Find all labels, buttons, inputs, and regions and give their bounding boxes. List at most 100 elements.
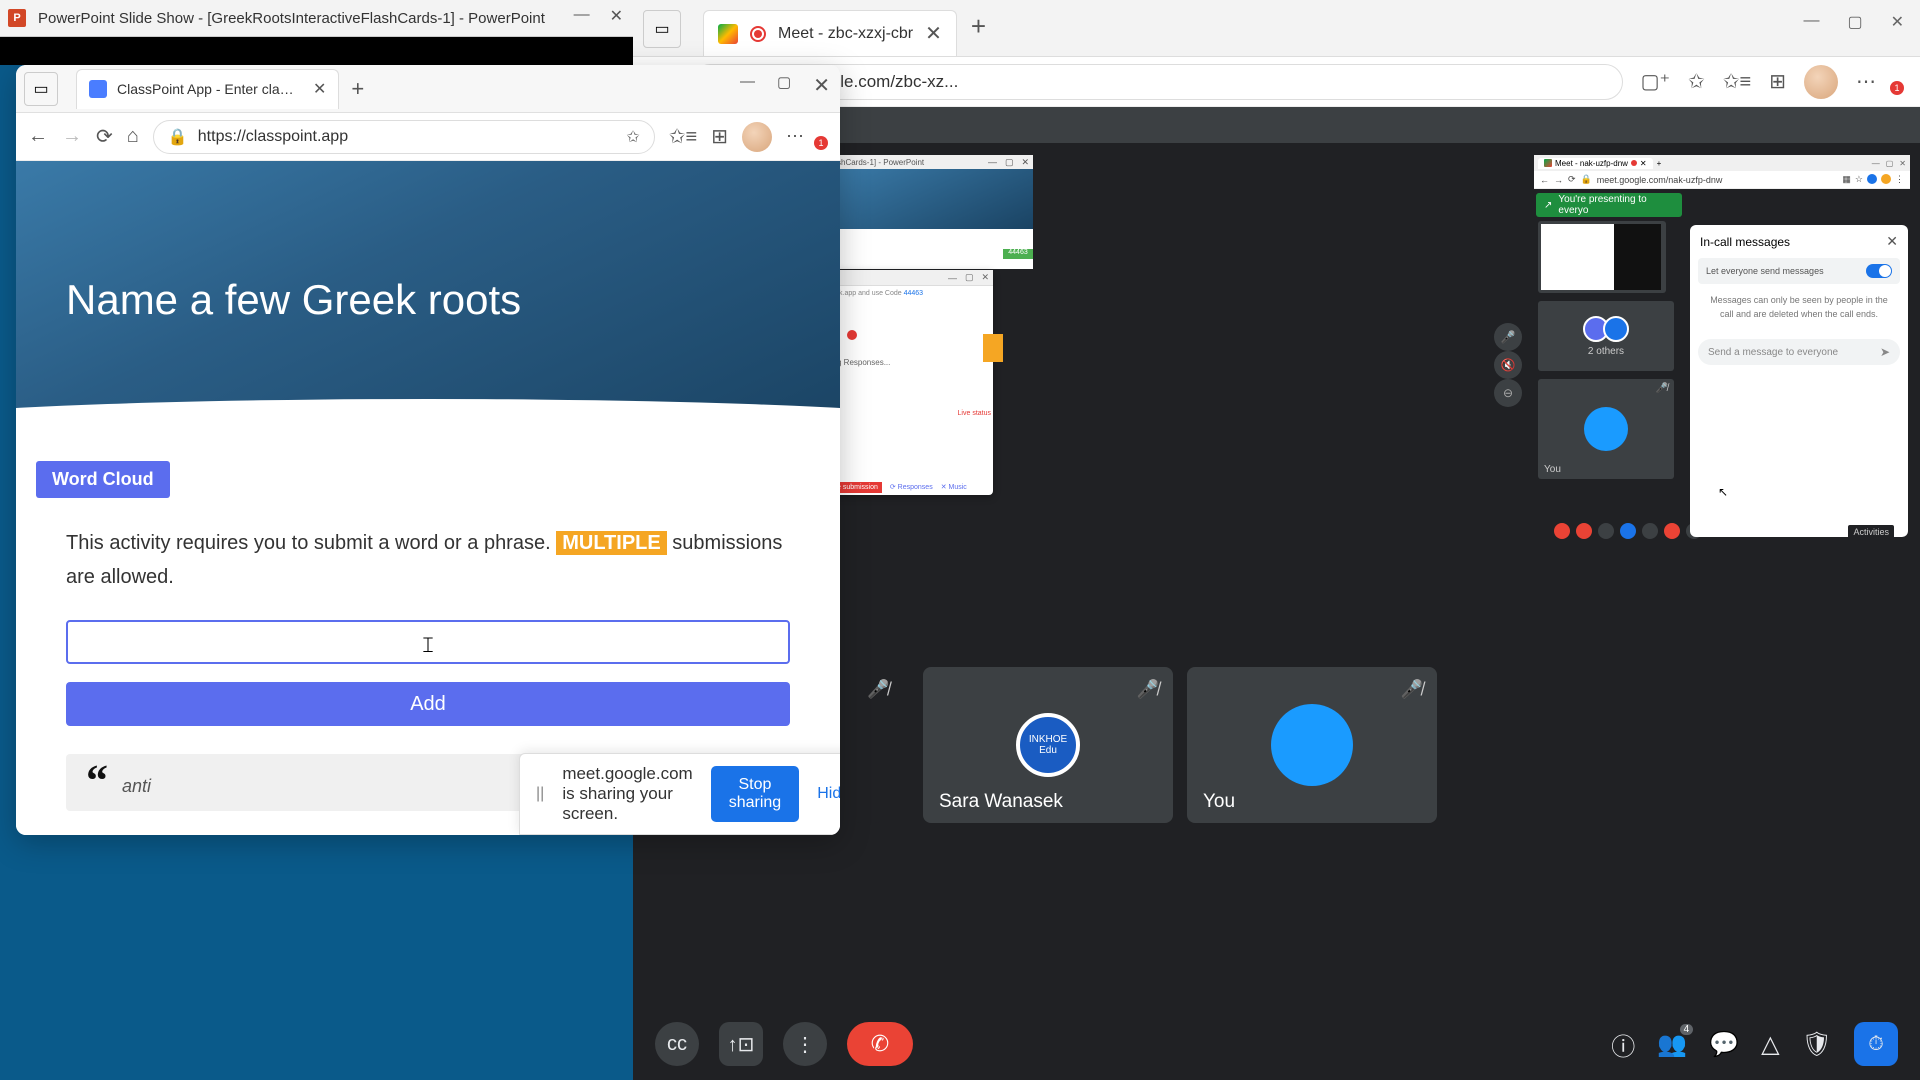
new-tab-button[interactable]: + [971,11,986,42]
window-maximize[interactable]: ▢ [1847,12,1862,32]
mini-responses-text: g Responses... [833,358,890,367]
participant-name: You [1203,791,1235,813]
send-icon[interactable]: ➤ [1880,345,1890,359]
mini-others-tile: 2 others [1538,301,1674,371]
mini-ppt-slide: 44463 [833,169,1033,269]
edge-window-classpoint: ▭ ClassPoint App - Enter class code ✕ + … [16,65,840,835]
mini-side-icons: 🎤🔇⊖ [1494,323,1522,407]
activities-tooltip: Activities [1848,525,1894,539]
activities-icon[interactable]: △ [1761,1030,1779,1059]
stop-sharing-button[interactable]: Stop sharing [711,766,799,822]
classpoint-favicon-icon [89,80,107,98]
menu-icon[interactable]: ⋯ [1856,69,1876,94]
quote-open-icon: “ [86,768,108,794]
multiple-badge: MULTIPLE [556,531,667,555]
incall-message-input[interactable]: Send a message to everyone ➤ [1698,339,1900,365]
mini-red-dot [847,330,857,340]
pause-icon[interactable]: || [536,785,544,803]
participant-tile-partial: 🎤̸ [853,667,883,823]
lock-icon: 🔒 [168,127,188,147]
new-tab-button[interactable]: + [351,76,364,102]
mini-orange-block [983,334,1003,362]
incall-close-icon[interactable]: ✕ [1886,233,1898,250]
share-text: meet.google.com is sharing your screen. [562,764,692,824]
participant-tile-you[interactable]: 🎤̸ You [1187,667,1437,823]
ppt-minimize[interactable]: — [574,6,590,26]
tab-close-icon[interactable]: ✕ [925,21,942,46]
powerpoint-icon: P [8,9,26,27]
cursor-icon: ↖ [1718,485,1728,499]
participant-name: Sara Wanasek [939,791,1063,813]
mini-live-status: Live status [958,410,991,417]
window-minimize[interactable]: — [740,73,755,98]
collections-icon[interactable]: ⊞ [1769,69,1786,94]
powerpoint-title: PowerPoint Slide Show - [GreekRootsInter… [38,10,545,27]
camera-indicator-icon[interactable]: ▢⁺ [1641,69,1670,94]
favorites-bar-icon[interactable]: ✩≡ [1723,69,1751,94]
home-icon[interactable]: ⌂ [127,125,139,148]
tab-title: ClassPoint App - Enter class code [117,81,297,97]
word-cloud-label: Word Cloud [36,461,170,498]
collections-icon[interactable]: ⊞ [711,124,728,149]
ppt-close[interactable]: ✕ [610,6,623,26]
captions-button[interactable]: cc [655,1022,699,1066]
tab-actions-icon[interactable]: ▭ [24,72,58,106]
window-maximize[interactable]: ▢ [777,73,791,98]
submitted-word: anti [122,776,151,797]
window-close[interactable]: ✕ [813,73,830,98]
mini-ppt-titlebar: shCards-1] - PowerPoint —▢✕ [833,155,1033,169]
mini-you-tile: 🎤̸ You [1538,379,1674,479]
favorite-icon[interactable]: ✩ [626,127,639,147]
add-button[interactable]: Add [66,682,790,726]
tab-actions-icon[interactable]: ▭ [643,10,681,48]
meet-control-bar: cc ↑⊡ ⋮ ✆ ⓘ 👥4 💬 △ 🛡 ⏱ [633,1008,1920,1080]
menu-icon[interactable]: ⋯ [786,126,804,147]
host-controls-icon[interactable]: 🛡 [1802,1030,1832,1059]
reload-icon[interactable]: ⟳ [96,124,113,149]
window-minimize[interactable]: — [1803,12,1819,32]
avatar: INKHOE Edu [1016,713,1080,777]
hangup-button[interactable]: ✆ [847,1022,913,1066]
forward-icon: → [62,125,82,148]
mini-avatar-icon [1603,316,1629,342]
mini-presentation-thumb [1538,221,1666,293]
recording-timer-button[interactable]: ⏱ [1854,1022,1898,1066]
edge-titlebar: ▭ ClassPoint App - Enter class code ✕ + … [16,65,840,113]
meeting-info-icon[interactable]: ⓘ [1611,1027,1635,1062]
present-button[interactable]: ↑⊡ [719,1022,763,1066]
back-icon[interactable]: ← [28,125,48,148]
url-text: https://classpoint.app [198,128,348,146]
screen-share-banner: || meet.google.com is sharing your scree… [519,753,840,835]
hide-button[interactable]: Hide [817,785,840,803]
profile-avatar[interactable] [742,122,772,152]
window-close[interactable]: ✕ [1891,12,1904,32]
participant-tile-sara[interactable]: 🎤̸ INKHOE Edu Sara Wanasek [923,667,1173,823]
incall-note: Messages can only be seen by people in t… [1690,284,1908,331]
incall-messages-panel: In-call messages ✕ Let everyone send mes… [1690,225,1908,537]
incall-toggle[interactable] [1866,264,1892,278]
notification-badge: 1 [814,136,828,150]
profile-avatar[interactable] [1804,65,1838,99]
slide-heading: Name a few Greek roots [66,276,521,324]
browser-tab-meet[interactable]: Meet - zbc-xzxj-cbr ✕ [703,10,957,56]
people-icon[interactable]: 👥4 [1657,1030,1687,1059]
mute-icon: 🎤̸ [1137,679,1159,700]
slide-banner: Name a few Greek roots [16,161,840,439]
meet-favicon-icon [718,24,738,44]
favorite-icon[interactable]: ✩ [1688,69,1705,94]
chat-icon[interactable]: 💬 [1709,1030,1739,1059]
favorites-bar-icon[interactable]: ✩≡ [669,124,697,149]
tab-close-icon[interactable]: ✕ [313,79,326,99]
mini-code-badge: 44463 [1003,249,1033,259]
text-cursor-icon: 𝙸 [420,632,436,658]
mini-classpoint-window: —▢✕ k.app and use Code 44463 Live status… [833,270,993,495]
activity-description: This activity requires you to submit a w… [66,526,790,594]
tab-title: Meet - zbc-xzxj-cbr [778,25,913,43]
incall-title: In-call messages [1700,235,1790,249]
avatar [1271,704,1353,786]
url-input[interactable]: 🔒 https://classpoint.app ✩ [153,120,655,154]
address-bar: ← → ⟳ ⌂ 🔒 https://classpoint.app ✩ ✩≡ ⊞ … [16,113,840,161]
more-options-button[interactable]: ⋮ [783,1022,827,1066]
ppt-slideshow-strip [0,37,633,65]
browser-tab-classpoint[interactable]: ClassPoint App - Enter class code ✕ [76,69,339,109]
